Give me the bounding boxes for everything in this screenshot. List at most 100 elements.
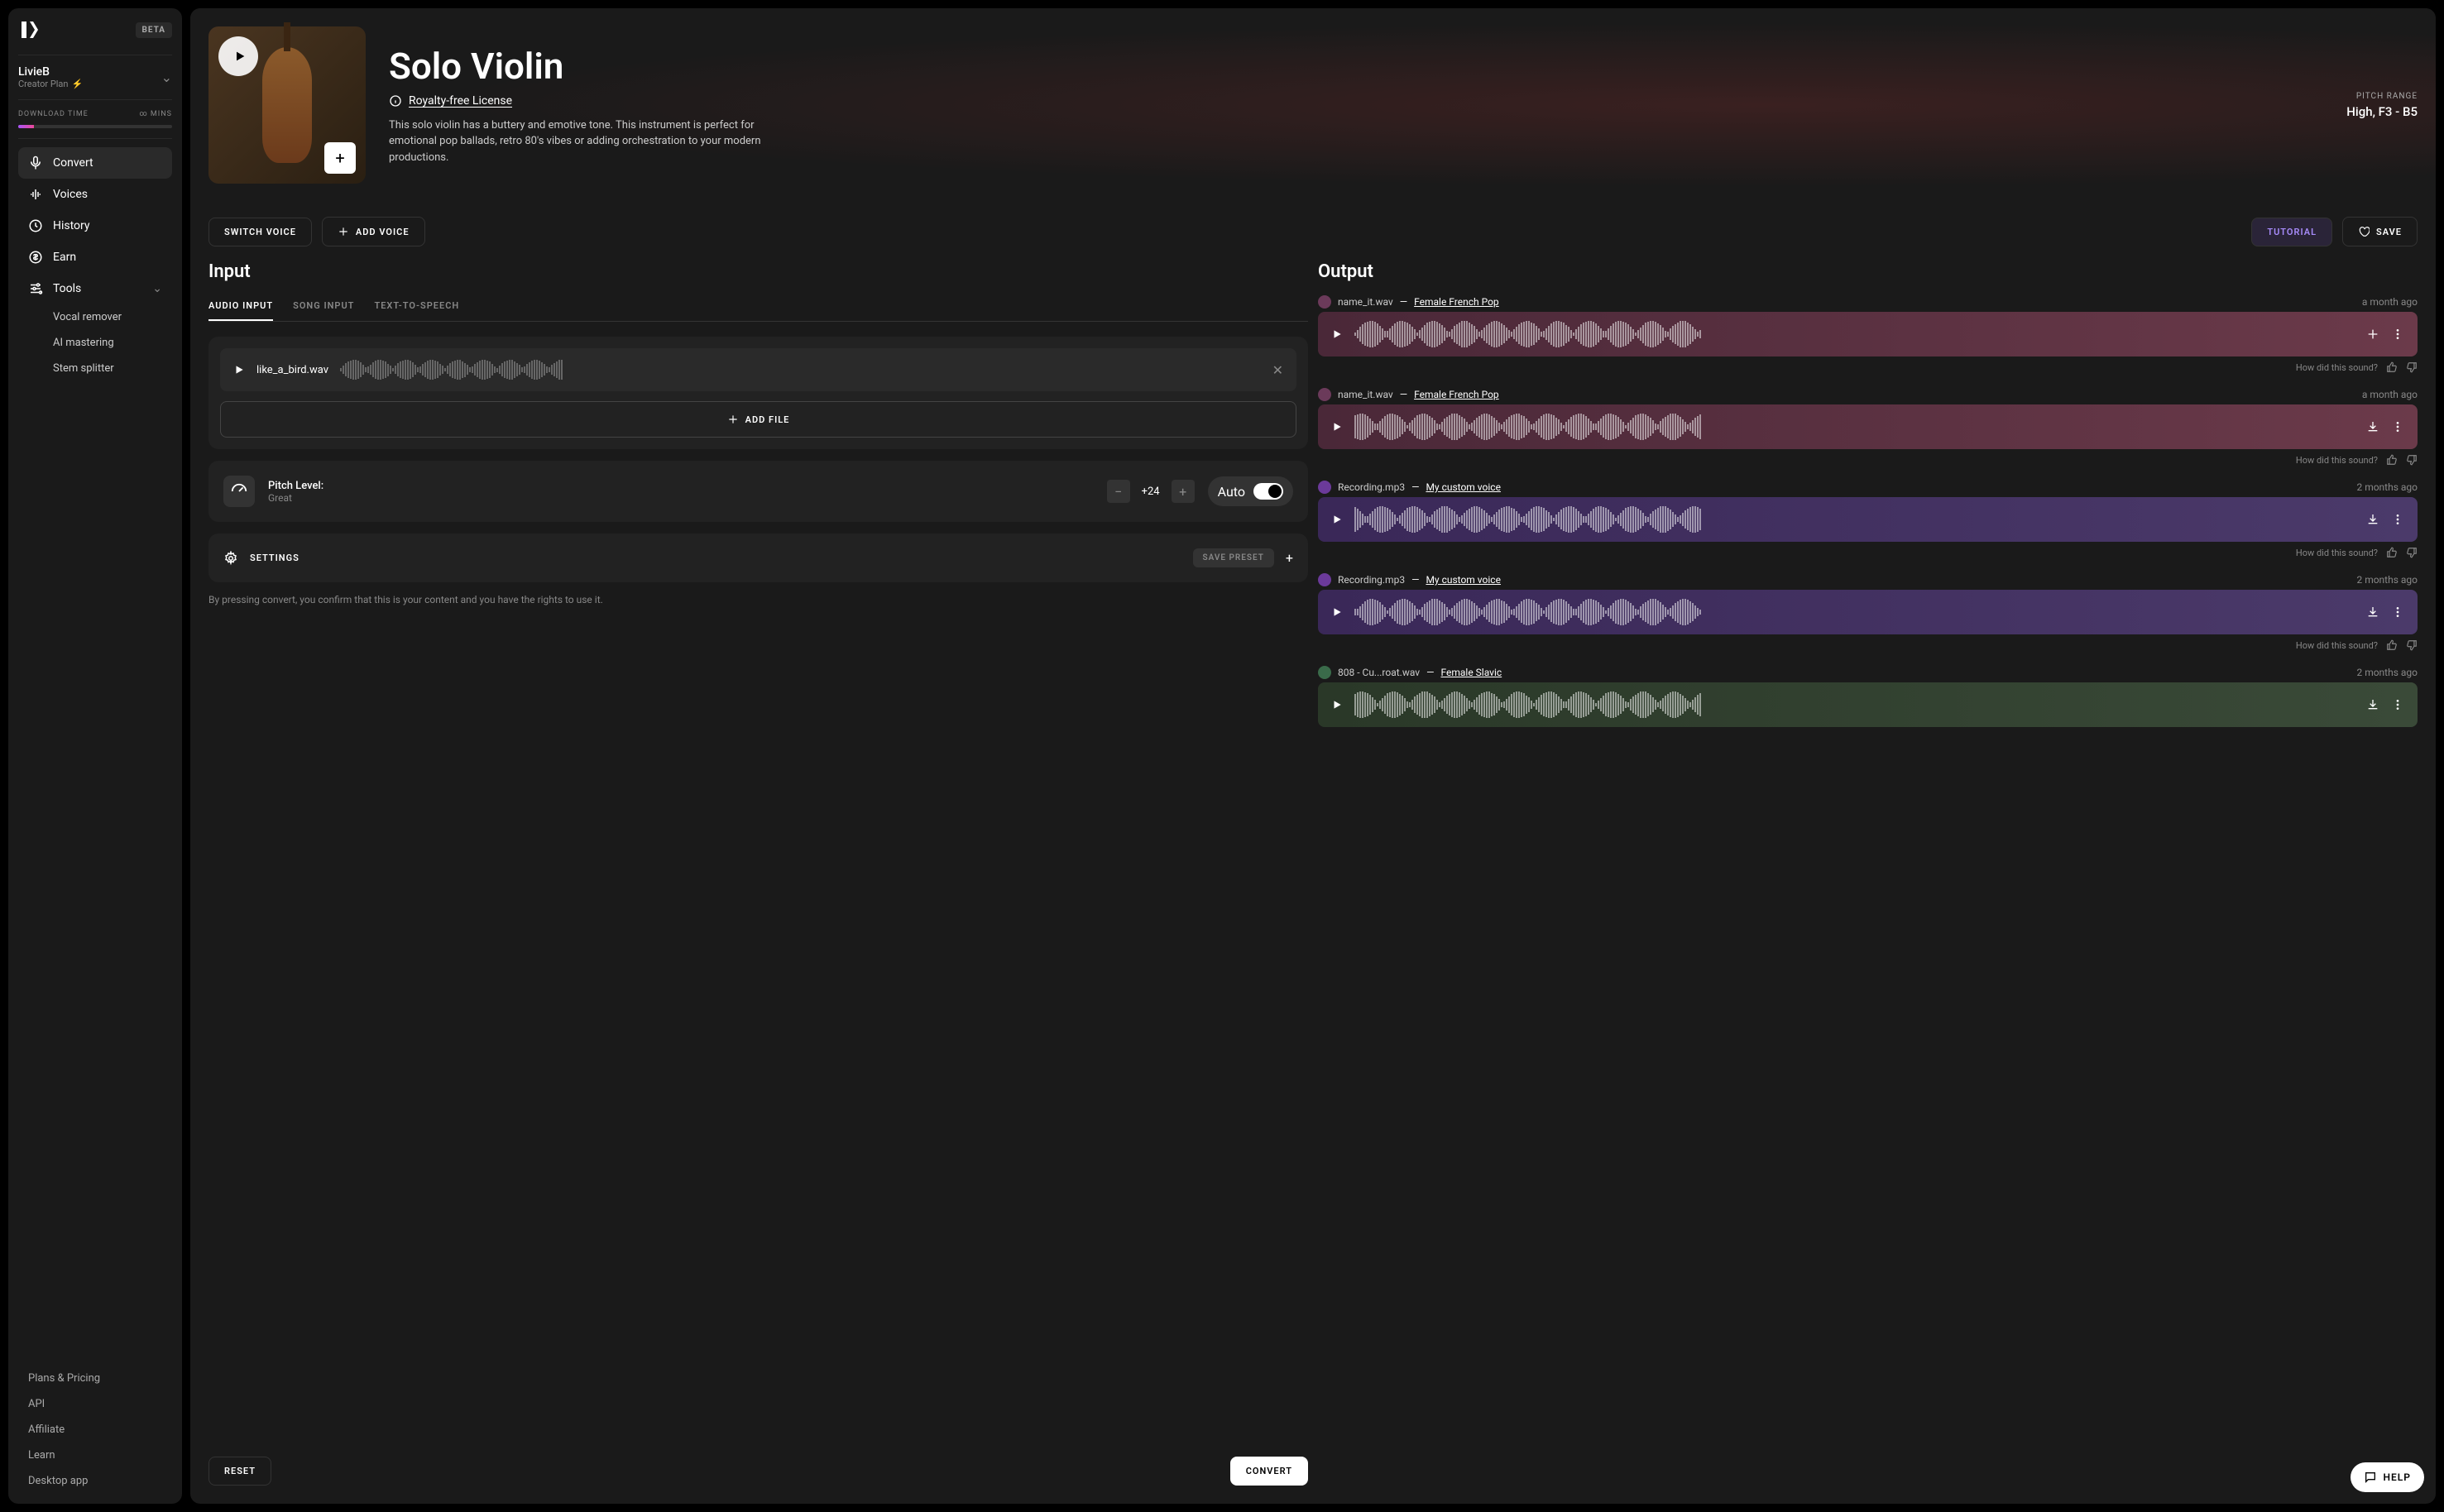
thumbs-up-button[interactable] [2386,547,2398,558]
nav-tools[interactable]: Tools ⌄ [18,273,172,304]
hero-add-button[interactable]: + [324,142,356,174]
tab-audio-input[interactable]: AUDIO INPUT [208,292,273,321]
hero-description: This solo violin has a buttery and emoti… [389,117,803,166]
output-play-button[interactable] [1331,421,1343,433]
output-timestamp: a month ago [2362,296,2418,308]
link-affiliate[interactable]: Affiliate [18,1417,172,1443]
output-header: Recording.mp3 — My custom voice2 months … [1318,477,2418,497]
link-api[interactable]: API [18,1391,172,1417]
nav-ai-mastering[interactable]: AI mastering [18,330,172,356]
link-plans[interactable]: Plans & Pricing [18,1366,172,1391]
hero-title: Solo Violin [389,45,2323,88]
output-filename: Recording.mp3 [1338,481,1405,493]
link-desktop[interactable]: Desktop app [18,1468,172,1494]
help-button[interactable]: HELP [2351,1462,2424,1492]
thumbs-down-button[interactable] [2406,454,2418,466]
disclaimer: By pressing convert, you confirm that th… [208,594,1308,605]
nav-voices[interactable]: Voices [18,179,172,210]
output-download-button[interactable] [2366,698,2379,711]
gear-icon [223,551,238,566]
logo[interactable] [18,18,41,41]
output-waveform [1318,497,2418,542]
switch-voice-button[interactable]: SWITCH VOICE [208,218,312,246]
dollar-icon [28,250,43,265]
tab-tts[interactable]: TEXT-TO-SPEECH [374,292,459,321]
output-voice-link[interactable]: Female French Pop [1414,389,1499,400]
thumbs-down-button[interactable] [2406,639,2418,651]
avatar [1318,295,1331,309]
thumbs-down-button[interactable] [2406,361,2418,373]
output-waveform [1318,590,2418,634]
output-play-button[interactable] [1331,514,1343,525]
output-voice-link[interactable]: My custom voice [1426,481,1501,493]
tutorial-button[interactable]: TUTORIAL [2251,218,2332,246]
output-filename: Recording.mp3 [1338,574,1405,586]
waveform-bars [1354,597,2355,627]
output-voice-link[interactable]: My custom voice [1426,574,1501,586]
output-play-button[interactable] [1331,606,1343,618]
file-card: like_a_bird.wav ✕ ADD FILE [208,337,1308,449]
nav-convert[interactable]: Convert [18,147,172,179]
output-waveform [1318,682,2418,727]
pitch-range-label: PITCH RANGE [2346,92,2418,101]
pitch-decrease-button[interactable]: − [1107,480,1130,503]
chevron-down-icon: ⌄ [152,282,162,295]
user-menu[interactable]: LivieB Creator Plan⚡ ⌄ [18,55,172,100]
output-add-button[interactable] [2366,328,2379,341]
save-button[interactable]: SAVE [2342,217,2418,246]
nav-vocal-remover[interactable]: Vocal remover [18,304,172,330]
auto-toggle[interactable]: Auto [1208,476,1293,506]
output-more-button[interactable] [2391,513,2404,526]
output-more-button[interactable] [2391,605,2404,619]
output-feedback: How did this sound? [1318,542,2418,563]
reset-button[interactable]: RESET [208,1457,271,1486]
download-section: DOWNLOAD TIME ∞ MINS [18,100,172,139]
output-waveform [1318,404,2418,449]
avatar [1318,666,1331,679]
output-voice-link[interactable]: Female French Pop [1414,296,1499,308]
file-play-button[interactable] [233,364,245,376]
output-voice-link[interactable]: Female Slavic [1440,667,1502,678]
hero-play-button[interactable] [218,36,258,76]
nav-earn[interactable]: Earn [18,242,172,273]
output-timestamp: 2 months ago [2356,667,2418,678]
output-panel: Output name_it.wav — Female French Popa … [1318,261,2418,1486]
expand-settings-button[interactable]: + [1286,550,1293,566]
add-voice-button[interactable]: ADD VOICE [322,217,425,246]
pitch-range-value: High, F3 - B5 [2346,104,2418,119]
thumbs-down-button[interactable] [2406,547,2418,558]
output-download-button[interactable] [2366,605,2379,619]
tab-song-input[interactable]: SONG INPUT [293,292,354,321]
waveform-icon [28,187,43,202]
output-play-button[interactable] [1331,328,1343,340]
output-download-button[interactable] [2366,513,2379,526]
output-play-button[interactable] [1331,699,1343,711]
input-tabs: AUDIO INPUT SONG INPUT TEXT-TO-SPEECH [208,292,1308,322]
violin-illustration [262,47,312,163]
nav-history[interactable]: History [18,210,172,242]
hero-license[interactable]: Royalty-free License [389,94,2323,108]
output-header: 808 - Cu...roat.wav — Female Slavic2 mon… [1318,663,2418,682]
output-more-button[interactable] [2391,420,2404,433]
sidebar-header: BETA [18,18,172,41]
add-file-button[interactable]: ADD FILE [220,401,1296,438]
link-learn[interactable]: Learn [18,1443,172,1468]
thumbs-up-button[interactable] [2386,639,2398,651]
thumbs-up-button[interactable] [2386,361,2398,373]
sidebar: BETA LivieB Creator Plan⚡ ⌄ DOWNLOAD TIM… [8,8,182,1504]
output-item: Recording.mp3 — My custom voice2 months … [1318,570,2418,656]
output-download-button[interactable] [2366,420,2379,433]
nav-stem-splitter[interactable]: Stem splitter [18,356,172,381]
toggle-switch[interactable] [1253,483,1283,500]
output-more-button[interactable] [2391,328,2404,341]
output-feedback: How did this sound? [1318,634,2418,656]
download-label: DOWNLOAD TIME [18,110,89,118]
file-name: like_a_bird.wav [256,364,328,376]
file-remove-button[interactable]: ✕ [1272,362,1283,378]
pitch-increase-button[interactable]: + [1172,480,1195,503]
output-more-button[interactable] [2391,698,2404,711]
save-preset-button[interactable]: SAVE PRESET [1193,548,1274,567]
thumbs-up-button[interactable] [2386,454,2398,466]
convert-button[interactable]: CONVERT [1230,1457,1308,1486]
pitch-value: +24 [1135,486,1167,498]
